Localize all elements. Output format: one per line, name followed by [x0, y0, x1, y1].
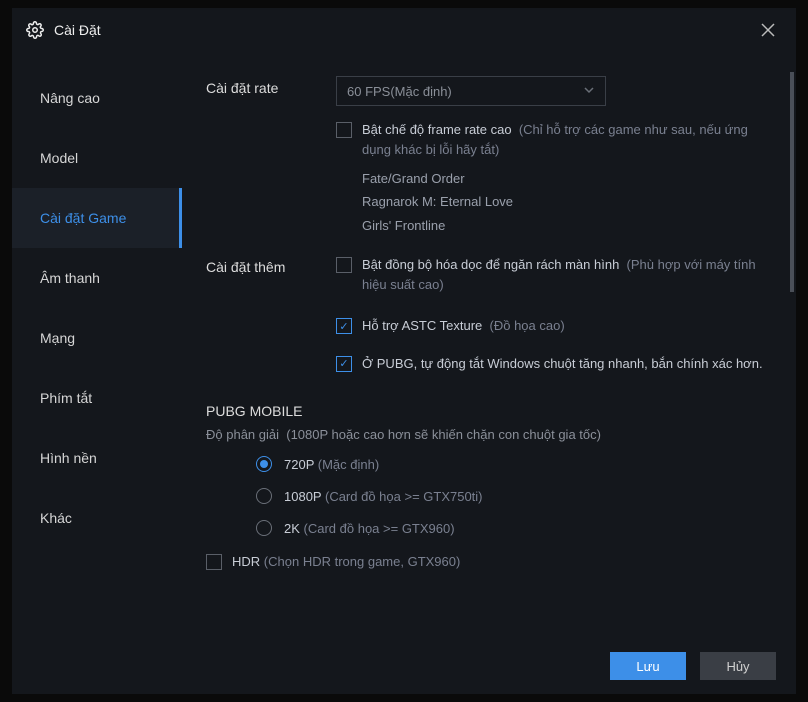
sidebar-label: Khác	[40, 510, 72, 526]
sidebar-item-shortcut[interactable]: Phím tắt	[12, 368, 182, 428]
res-720p-option[interactable]: 720P (Mặc định)	[256, 456, 776, 472]
titlebar: Cài Đặt	[12, 8, 796, 52]
sidebar-label: Nâng cao	[40, 90, 100, 106]
settings-dialog: Cài Đặt Nâng cao Model Cài đặt Game Âm t…	[12, 8, 796, 694]
vsync-checkbox[interactable]: ✓	[336, 257, 352, 273]
supported-games: Fate/Grand Order Ragnarok M: Eternal Lov…	[362, 167, 776, 237]
chevron-down-icon	[583, 84, 595, 99]
close-button[interactable]	[754, 16, 782, 44]
hdr-checkbox[interactable]: ✓	[206, 554, 222, 570]
fps-select-value: 60 FPS(Mặc định)	[347, 84, 452, 99]
hdr-text: HDR (Chọn HDR trong game, GTX960)	[232, 552, 460, 572]
res-2k-option[interactable]: 2K (Card đồ họa >= GTX960)	[256, 520, 776, 536]
res-1080p-option[interactable]: 1080P (Card đồ họa >= GTX750ti)	[256, 488, 776, 504]
sidebar-item-game[interactable]: Cài đặt Game	[12, 188, 182, 248]
sidebar-label: Model	[40, 150, 78, 166]
sidebar-label: Âm thanh	[40, 270, 100, 286]
gear-icon	[26, 21, 44, 39]
window-title: Cài Đặt	[54, 22, 754, 38]
save-button[interactable]: Lưu	[610, 652, 686, 680]
sidebar-label: Mạng	[40, 330, 75, 346]
sidebar-label: Hình nền	[40, 450, 97, 466]
sidebar-item-sound[interactable]: Âm thanh	[12, 248, 182, 308]
sidebar-item-advanced[interactable]: Nâng cao	[12, 68, 182, 128]
sidebar: Nâng cao Model Cài đặt Game Âm thanh Mạn…	[12, 52, 182, 638]
pubg-heading: PUBG MOBILE	[206, 403, 776, 419]
radio-icon	[256, 520, 272, 536]
sidebar-item-other[interactable]: Khác	[12, 488, 182, 548]
footer: Lưu Hủy	[12, 638, 796, 694]
scrollbar[interactable]	[790, 72, 794, 292]
extra-label: Cài đặt thêm	[206, 255, 336, 381]
sidebar-item-wallpaper[interactable]: Hình nền	[12, 428, 182, 488]
highfps-checkbox[interactable]: ✓	[336, 122, 352, 138]
pubg-mouse-checkbox[interactable]: ✓	[336, 356, 352, 372]
highfps-text: Bật chế độ frame rate cao (Chỉ hỗ trợ cá…	[362, 120, 776, 159]
radio-icon	[256, 488, 272, 504]
vsync-text: Bật đồng bộ hóa dọc để ngăn rách màn hìn…	[362, 255, 776, 294]
cancel-button[interactable]: Hủy	[700, 652, 776, 680]
sidebar-label: Cài đặt Game	[40, 210, 126, 226]
content-pane: Cài đặt rate 60 FPS(Mặc định) ✓ Bật chế …	[182, 52, 796, 638]
astc-text: Hỗ trợ ASTC Texture (Đồ họa cao)	[362, 316, 565, 336]
radio-icon	[256, 456, 272, 472]
rate-label: Cài đặt rate	[206, 76, 336, 237]
sidebar-item-network[interactable]: Mạng	[12, 308, 182, 368]
resolution-label: Độ phân giải (1080P hoặc cao hơn sẽ khiế…	[206, 427, 776, 442]
astc-checkbox[interactable]: ✓	[336, 318, 352, 334]
fps-select[interactable]: 60 FPS(Mặc định)	[336, 76, 606, 106]
pubg-mouse-text: Ở PUBG, tự động tắt Windows chuột tăng n…	[362, 354, 763, 374]
sidebar-label: Phím tắt	[40, 390, 92, 406]
sidebar-item-model[interactable]: Model	[12, 128, 182, 188]
